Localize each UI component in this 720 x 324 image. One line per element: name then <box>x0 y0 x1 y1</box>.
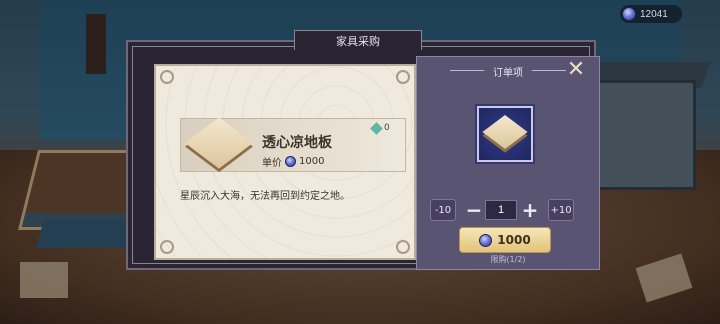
item-name: 透心凉地板 <box>262 135 332 151</box>
owned-count: 0 <box>384 123 390 133</box>
increment-button[interactable]: + <box>520 200 540 220</box>
unit-price-label: 单价 <box>262 158 282 169</box>
minus-ten-button[interactable]: -10 <box>430 199 456 221</box>
floor-tile-icon <box>185 117 253 169</box>
owned-count-badge: 0 <box>370 121 390 135</box>
item-thumbnail <box>185 112 256 172</box>
corner-ornament-icon <box>160 240 174 254</box>
minus-icon: − <box>465 198 483 222</box>
item-description: 星辰沉入大海，无法再回到约定之地。 <box>180 191 350 202</box>
unit-price-value: 1000 <box>299 156 325 167</box>
gem-icon <box>285 156 296 167</box>
currency-display: 12041 <box>620 5 682 23</box>
buy-price: 1000 <box>497 233 531 247</box>
quantity-input[interactable] <box>485 200 517 220</box>
gem-icon <box>479 233 493 247</box>
dialog-title-tab: 家具采购 <box>294 30 422 50</box>
plus-ten-button[interactable]: +10 <box>548 199 574 221</box>
dialog-title: 家具采购 <box>336 34 380 48</box>
corner-ornament-icon <box>160 70 174 84</box>
close-icon: ✕ <box>566 57 586 82</box>
gem-icon <box>622 7 636 21</box>
unit-price-row: 单价 1000 <box>262 154 324 169</box>
plus-icon: + <box>521 198 539 222</box>
decrement-button[interactable]: − <box>464 200 484 220</box>
order-item-preview <box>477 106 533 162</box>
corner-ornament-icon <box>396 70 410 84</box>
currency-amount: 12041 <box>640 8 668 20</box>
close-button[interactable]: ✕ <box>564 58 588 82</box>
owned-icon <box>370 121 383 135</box>
buy-button[interactable]: 1000 <box>459 227 551 253</box>
purchase-limit: 限购(1/2) <box>490 255 526 264</box>
floor-tile-icon <box>482 114 528 150</box>
corner-ornament-icon <box>396 240 410 254</box>
